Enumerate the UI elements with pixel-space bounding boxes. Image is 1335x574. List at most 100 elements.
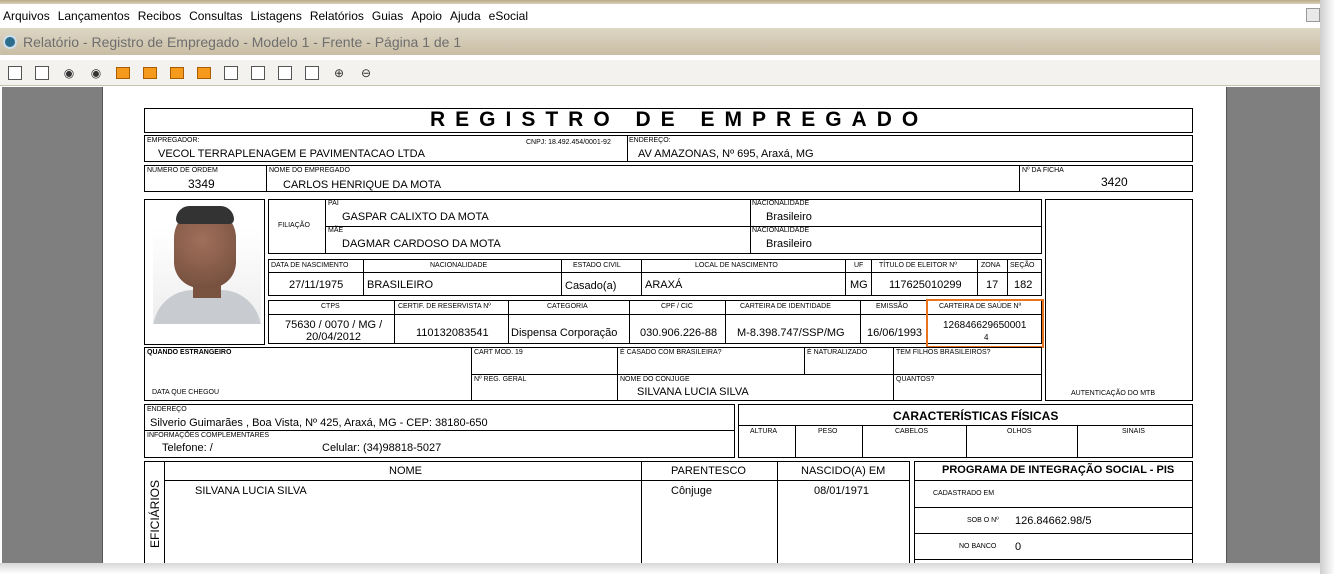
pis-title: PROGRAMA DE INTEGRAÇÃO SOCIAL - PIS [942,464,1175,476]
menu-ajuda[interactable]: Ajuda [447,9,486,23]
divider [266,165,267,192]
pai-value: GASPAR CALIXTO DA MOTA [342,211,489,223]
benef-header-nome: NOME [389,465,422,477]
menu-lancamentos[interactable]: Lançamentos [55,9,135,23]
divider [777,461,778,566]
reservista: 110132083541 [416,327,489,339]
multi-page-icon[interactable] [301,63,323,83]
nac-mae-value: Brasileiro [766,238,812,250]
first-page-icon[interactable] [112,63,134,83]
nasc-header-titulo: TÍTULO DE ELEITOR Nº [879,262,957,269]
next-page-icon[interactable] [166,63,188,83]
conjuge-label: NOME DO CÔNJUGE [620,376,690,383]
menu-consultas[interactable]: Consultas [186,9,247,23]
zoom-in-icon[interactable]: ⊕ [328,63,350,83]
binoculars-icon[interactable]: ◉ [58,63,80,83]
menu-guias[interactable]: Guias [369,9,408,23]
divider [1019,165,1020,192]
window-bottom-shadow [0,563,1330,574]
docs-header-reservista: CERTIF. DE RESERVISTA Nº [398,303,491,310]
categoria: Dispensa Corporação [511,327,618,339]
estado-civil: Casado(a) [565,280,617,292]
nasc-header-secao: SEÇÃO [1010,262,1035,269]
pis-box [914,461,1193,566]
employee-photo [153,204,261,324]
telefone: Telefone: / [162,442,213,454]
divider [914,480,1193,481]
docs-header-cpf: CPF / CIC [661,303,693,310]
cart-mod-label: CART MOD. 19 [474,349,523,356]
titulo-eleitor: 117625010299 [889,279,962,291]
pis-banco-label: NO BANCO [959,543,997,550]
filhos-label: TEM FILHOS BRASILEIROS? [896,349,991,356]
quantos-label: QUANTOS? [896,376,935,383]
divider [914,533,1193,534]
divider [795,425,796,458]
emissao: 16/06/1993 [867,327,923,339]
divider [862,425,863,458]
casado-label: É CASADO COM BRASILEIRA? [620,349,722,356]
window-title: Relatório - Registro de Empregado - Mode… [23,33,462,50]
divider [914,559,1193,560]
nac-pai-label: NACIONALIDADE [752,200,810,207]
naturalizado-label: É NATURALIZADO [807,349,868,356]
cnpj: CNPJ: 18.492.454/0001-92 [526,139,611,146]
zoom-out-icon[interactable]: ⊖ [355,63,377,83]
last-page-icon[interactable] [193,63,215,83]
pis-numero: 126.84662.98/5 [1015,515,1092,527]
nome-value: CARLOS HENRIQUE DA MOTA [283,179,442,191]
pai-label: PAI [328,200,339,207]
estrangeiro-label: QUANDO ESTRANGEIRO [147,349,232,356]
local-nascimento: ARAXÁ [645,279,683,291]
filiacao-label: FILIAÇÃO [278,222,310,229]
menu-arquivos[interactable]: Arquivos [0,9,55,23]
find-next-icon[interactable]: ◉ [85,63,107,83]
info-label: INFORMAÇÕES COMPLEMENTARES [147,432,269,439]
export-icon[interactable] [31,63,53,83]
ctps-line2: 20/04/2012 [306,331,362,343]
previous-page-icon[interactable] [139,63,161,83]
ficha-value: 3420 [1101,175,1128,189]
divider [725,300,726,344]
benef-nascido: 08/01/1971 [814,485,870,497]
menu-relatorios[interactable]: Relatórios [307,9,369,23]
pis-banco: 0 [1015,541,1022,553]
printer-icon[interactable] [4,63,26,83]
divider [1077,425,1078,458]
single-page-icon[interactable] [220,63,242,83]
report-toolbar: ◉ ◉ ⊕ ⊖ [0,60,1320,86]
menu-apoio[interactable]: Apoio [408,9,447,23]
menu-esocial[interactable]: eSocial [486,9,533,23]
divider [860,300,861,344]
benef-parentesco: Cônjuge [671,485,712,497]
peso-label: PESO [818,428,838,435]
reg-geral-label: Nº REG. GERAL [474,376,527,383]
secao: 182 [1014,279,1033,291]
menu-recibos[interactable]: Recibos [135,9,186,23]
autenticacao-label: AUTENTICAÇÃO DO MTB [1071,390,1156,397]
window-top-border [0,0,1320,4]
nome-label: NOME DO EMPREGADO [269,167,350,174]
nac-mae-label: NACIONALIDADE [752,227,810,234]
menu-listagens[interactable]: Listagens [247,9,306,23]
ctps-line1: 75630 / 0070 / MG / [285,319,383,331]
highlight-carteira-saude [926,299,1044,348]
app-icon [3,34,17,49]
cabelos-label: CABELOS [895,428,929,435]
divider [966,425,967,458]
nasc-header-nac: NACIONALIDADE [430,262,488,269]
cpf: 030.906.226-88 [640,327,718,339]
mae-value: DAGMAR CARDOSO DA MOTA [342,238,501,250]
window-control-button[interactable] [1306,8,1320,22]
identidade: M-8.398.747/SSP/MG [737,327,845,339]
caracteristicas-title: CARACTERÍSTICAS FÍSICAS [893,409,1059,423]
nasc-header-estado: ESTADO CIVIL [573,262,621,269]
nasc-header-zona: ZONA [981,262,1001,269]
zona: 17 [986,279,999,291]
divider [641,461,642,566]
divider [471,374,1042,375]
two-pages-icon[interactable] [274,63,296,83]
page-width-icon[interactable] [247,63,269,83]
beneficiarios-box [144,461,910,566]
sinais-label: SINAIS [1122,428,1145,435]
